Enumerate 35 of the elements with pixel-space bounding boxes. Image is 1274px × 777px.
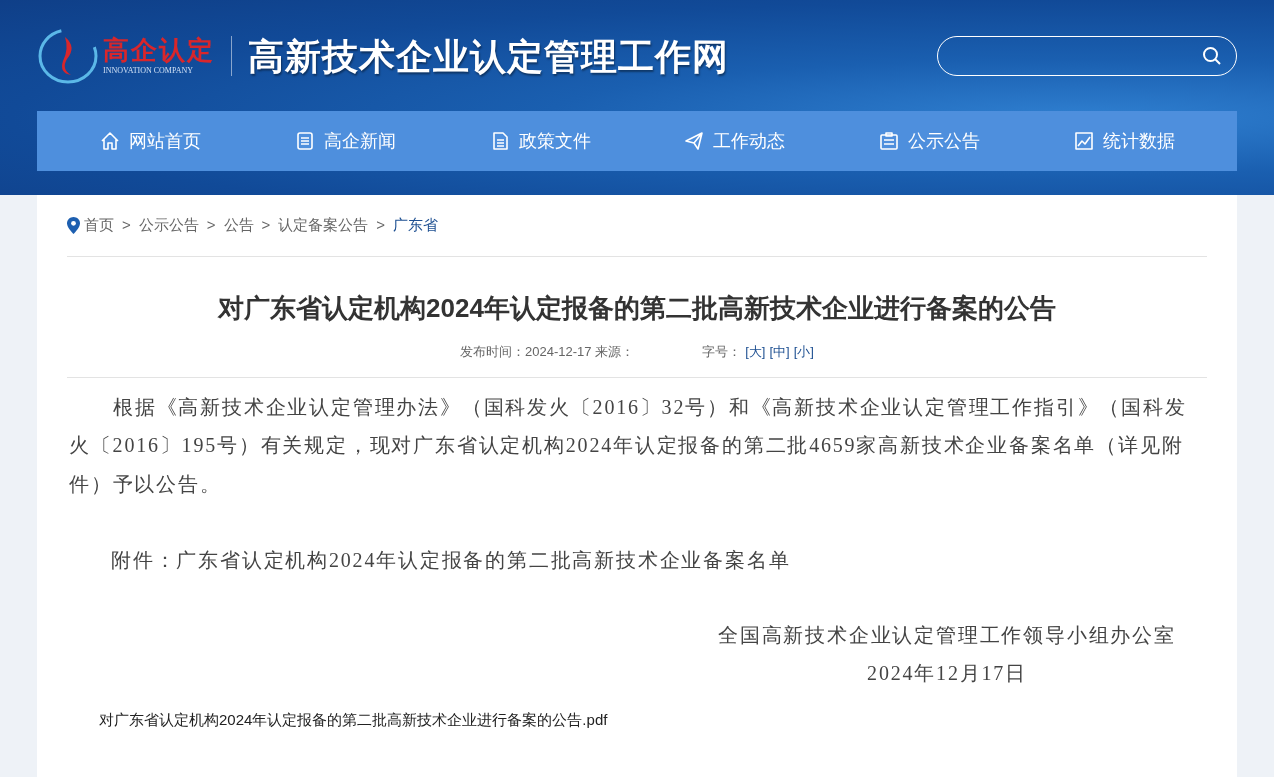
logo-title: 高企认定 (103, 36, 215, 63)
logo-subtitle: INNOVATION COMPANY (103, 66, 194, 75)
search-icon[interactable] (1202, 45, 1222, 66)
nav-link[interactable]: 公示公告 (877, 127, 980, 155)
body-paragraph: 根据《高新技术企业认定管理办法》（国科发火〔2016〕32号）和《高新技术企业认定管理工作指引》（国科发火〔2016〕195号）有关规定，现对广东省认定机构2024年认定报备的第二批4659家高新技术企业备案名单（详见附件）予以公告。 (69, 394, 1188, 497)
breadcrumb-link[interactable]: 首页 (84, 214, 114, 237)
signature-line: 2024年12月17日 (866, 661, 1028, 686)
nav-link[interactable]: 网站首页 (99, 127, 202, 155)
chart-icon (1072, 130, 1095, 152)
breadcrumb-link[interactable]: 公示公告 (138, 214, 199, 237)
nav-link[interactable]: 工作动态 (683, 127, 786, 155)
font-size-label: 字号： (702, 343, 742, 361)
nav-link[interactable]: 统计数据 (1072, 127, 1175, 155)
font-size-link[interactable]: [中] (769, 342, 790, 362)
breadcrumb-current: 广东省 (393, 215, 439, 236)
publish-info: 发布时间：2024-12-17 来源： (460, 343, 635, 361)
attachment-note: 附件：广东省认定机构2024年认定报备的第二批高新技术企业备案名单 (111, 548, 792, 573)
font-size-link[interactable]: [小] (793, 342, 814, 362)
attachment-link[interactable]: 对广东省认定机构2024年认定报备的第二批高新技术企业进行备案的公告.pdf (99, 700, 608, 739)
breadcrumb-separator: > (122, 215, 131, 236)
breadcrumb-separator: > (376, 215, 386, 236)
breadcrumb-link[interactable]: 认定备案公告 (278, 214, 369, 237)
font-size-link[interactable]: [大] (745, 342, 766, 362)
signature-line: 全国高新技术企业认定管理工作领导小组办公室 (717, 622, 1177, 648)
newspaper-icon (294, 130, 316, 152)
site-title: 高新技术企业认定管理工作网 (248, 33, 729, 79)
clipboard-icon (877, 130, 900, 152)
nav-link[interactable]: 高企新闻 (294, 127, 396, 155)
nav-link[interactable]: 政策文件 (488, 127, 591, 155)
paper-plane-icon (683, 130, 706, 152)
breadcrumb-separator: > (206, 215, 216, 236)
breadcrumb-separator: > (261, 215, 271, 236)
breadcrumb-link[interactable]: 公告 (223, 214, 254, 237)
location-pin-icon (67, 217, 80, 234)
article-title: 对广东省认定机构2024年认定报备的第二批高新技术企业进行备案的公告 (216, 292, 1057, 325)
